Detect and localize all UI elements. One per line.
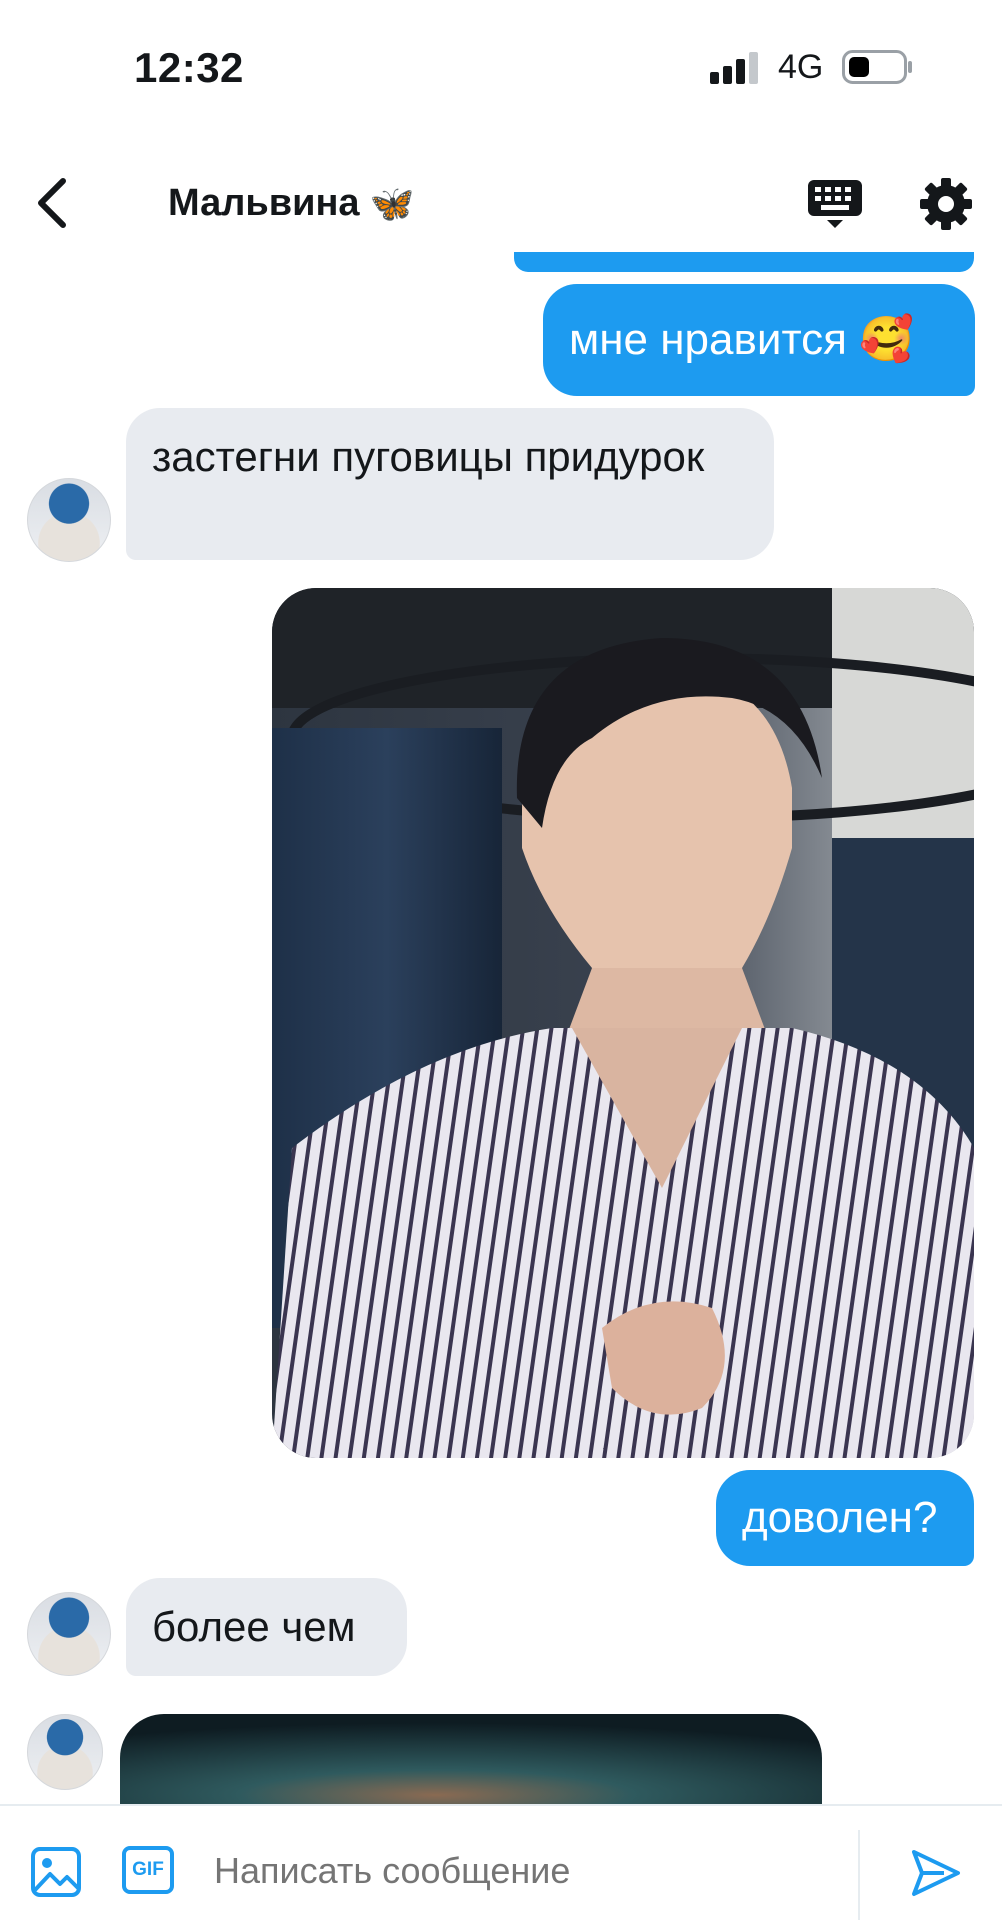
image-icon[interactable] <box>30 1846 82 1898</box>
battery-icon <box>842 50 912 84</box>
message-text: более чем <box>152 1603 356 1650</box>
keyboard-icon[interactable] <box>806 178 864 230</box>
chat-title-text: Мальвина <box>168 182 360 224</box>
chevron-left-icon <box>38 178 66 228</box>
signal-icon <box>710 52 758 84</box>
avatar[interactable] <box>27 1592 111 1676</box>
incoming-message[interactable]: более чем <box>126 1578 407 1676</box>
message-input[interactable] <box>214 1850 814 1892</box>
message-text: мне нравится 🥰 <box>569 315 914 364</box>
composer-divider-line <box>0 1804 1002 1806</box>
message-text: застегни пуговицы придурок <box>152 433 705 480</box>
network-label: 4G <box>778 48 824 86</box>
gear-icon[interactable] <box>918 176 974 232</box>
gif-button[interactable]: GIF <box>122 1846 174 1894</box>
send-icon[interactable] <box>910 1848 962 1898</box>
chat-title[interactable]: Мальвина 🦋 <box>168 182 414 225</box>
photo-image <box>120 1714 822 1804</box>
message-text: доволен? <box>742 1493 938 1542</box>
incoming-message[interactable]: застегни пуговицы придурок <box>126 408 774 560</box>
outgoing-message[interactable]: доволен? <box>716 1470 974 1566</box>
previous-message-bubble <box>514 252 974 272</box>
avatar[interactable] <box>27 1714 103 1790</box>
outgoing-photo[interactable] <box>272 588 974 1458</box>
composer-divider <box>858 1830 860 1920</box>
status-time: 12:32 <box>134 44 244 91</box>
avatar[interactable] <box>27 478 111 562</box>
butterfly-emoji: 🦋 <box>369 182 415 224</box>
back-button[interactable] <box>26 172 78 234</box>
incoming-photo[interactable] <box>120 1714 822 1804</box>
gif-label: GIF <box>132 1859 164 1880</box>
photo-image <box>272 588 974 1458</box>
outgoing-message[interactable]: мне нравится 🥰 <box>543 284 975 396</box>
